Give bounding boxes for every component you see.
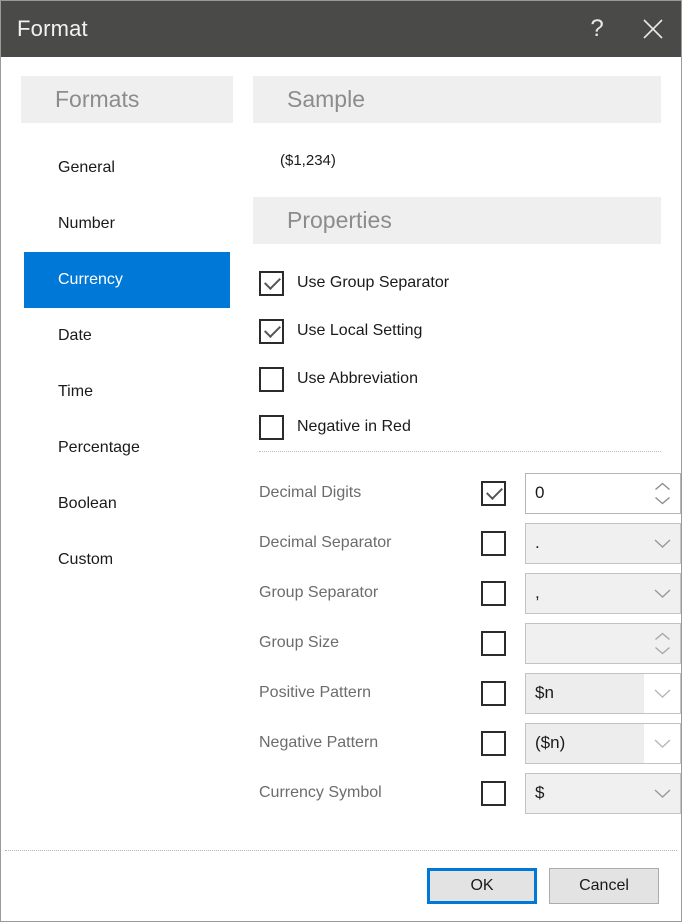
dialog-body: Formats General Number Currency Date Tim… [1, 57, 681, 850]
ok-button[interactable]: OK [427, 868, 537, 904]
checkbox-use-group-separator[interactable] [259, 270, 284, 296]
checkbox-negative-in-red[interactable] [259, 414, 284, 440]
property-row-positive-pattern: Positive Pattern $n [253, 668, 681, 718]
window-title: Format [17, 16, 88, 41]
label-negative-in-red: Negative in Red [297, 418, 411, 435]
properties-header: Properties [253, 197, 661, 244]
format-dialog: Format ? Formats General Number Currency… [0, 0, 682, 922]
dropdown-decimal-separator[interactable]: . [525, 522, 681, 564]
checkbox-use-local-setting[interactable] [259, 318, 284, 344]
format-item-general[interactable]: General [24, 140, 230, 196]
checkbox-group-separator[interactable] [481, 580, 506, 606]
checkbox-decimal-separator[interactable] [481, 530, 506, 556]
property-row-currency-symbol: Currency Symbol $ [253, 768, 681, 818]
option-use-local-setting[interactable]: Use Local Setting [253, 307, 681, 355]
input-group-size[interactable] [525, 622, 681, 664]
details-panel: Sample ($1,234) Properties Use Group Sep… [253, 57, 681, 850]
spinner-decimal-digits[interactable] [644, 474, 680, 513]
chevron-down-icon[interactable] [644, 524, 680, 563]
value-positive-pattern: $n [526, 673, 644, 713]
checkbox-positive-pattern[interactable] [481, 680, 506, 706]
label-decimal-digits: Decimal Digits [259, 484, 362, 501]
property-row-negative-pattern: Negative Pattern ($n) [253, 718, 681, 768]
format-item-date[interactable]: Date [24, 308, 230, 364]
chevron-down-icon [654, 496, 670, 504]
label-group-separator: Group Separator [259, 584, 379, 601]
checkbox-negative-pattern[interactable] [481, 730, 506, 756]
checkbox-group-size[interactable] [481, 630, 506, 656]
value-decimal-digits: 0 [535, 483, 545, 502]
format-item-boolean[interactable]: Boolean [24, 476, 230, 532]
label-use-abbreviation: Use Abbreviation [297, 370, 418, 387]
close-button[interactable] [625, 1, 681, 57]
property-row-group-size: Group Size [253, 618, 681, 668]
dropdown-group-separator[interactable]: , [525, 572, 681, 614]
chevron-down-icon[interactable] [644, 724, 680, 763]
label-use-local-setting: Use Local Setting [297, 322, 423, 339]
title-bar: Format ? [1, 1, 681, 57]
property-row-group-separator: Group Separator , [253, 568, 681, 618]
chevron-up-icon [654, 482, 670, 490]
format-item-time[interactable]: Time [24, 364, 230, 420]
value-currency-symbol: $ [535, 783, 545, 802]
question-mark-icon: ? [590, 15, 604, 42]
close-x-icon [642, 18, 664, 40]
label-use-group-separator: Use Group Separator [297, 274, 450, 291]
formats-panel: Formats General Number Currency Date Tim… [1, 57, 253, 850]
value-group-separator: , [535, 583, 540, 602]
format-item-percentage[interactable]: Percentage [24, 420, 230, 476]
help-button[interactable]: ? [569, 1, 625, 57]
option-use-abbreviation[interactable]: Use Abbreviation [253, 355, 681, 403]
checkbox-currency-symbol[interactable] [481, 780, 506, 806]
input-decimal-digits[interactable]: 0 [525, 472, 681, 514]
label-decimal-separator: Decimal Separator [259, 534, 392, 551]
checkbox-use-abbreviation[interactable] [259, 366, 284, 392]
formats-list: General Number Currency Date Time Percen… [1, 140, 253, 588]
chevron-down-icon[interactable] [644, 774, 680, 813]
sample-value: ($1,234) [280, 152, 336, 169]
option-negative-in-red[interactable]: Negative in Red [253, 403, 681, 451]
option-use-group-separator[interactable]: Use Group Separator [253, 259, 681, 307]
label-group-size: Group Size [259, 634, 340, 651]
formats-header: Formats [21, 76, 233, 123]
properties-field-list: Decimal Digits 0 Decimal Separator . Gro… [253, 452, 681, 818]
format-item-currency[interactable]: Currency [24, 252, 230, 308]
title-bar-buttons: ? [569, 1, 681, 57]
value-negative-pattern: ($n) [526, 723, 644, 763]
format-item-number[interactable]: Number [24, 196, 230, 252]
dropdown-currency-symbol[interactable]: $ [525, 772, 681, 814]
property-row-decimal-digits: Decimal Digits 0 [253, 468, 681, 518]
checkbox-decimal-digits[interactable] [481, 480, 506, 506]
value-decimal-separator: . [535, 533, 540, 552]
label-negative-pattern: Negative Pattern [259, 734, 379, 751]
label-positive-pattern: Positive Pattern [259, 684, 372, 701]
spinner-group-size[interactable] [644, 624, 680, 663]
dropdown-negative-pattern[interactable]: ($n) [525, 722, 681, 764]
chevron-down-icon [654, 646, 670, 654]
property-row-decimal-separator: Decimal Separator . [253, 518, 681, 568]
cancel-button[interactable]: Cancel [549, 868, 659, 904]
sample-header: Sample [253, 76, 661, 123]
chevron-down-icon[interactable] [644, 574, 680, 613]
format-item-custom[interactable]: Custom [24, 532, 230, 588]
chevron-down-icon[interactable] [644, 674, 680, 713]
label-currency-symbol: Currency Symbol [259, 784, 382, 801]
properties-checkbox-list: Use Group Separator Use Local Setting Us… [253, 259, 681, 451]
dropdown-positive-pattern[interactable]: $n [525, 672, 681, 714]
dialog-footer: OK Cancel [1, 851, 681, 921]
chevron-up-icon [654, 632, 670, 640]
